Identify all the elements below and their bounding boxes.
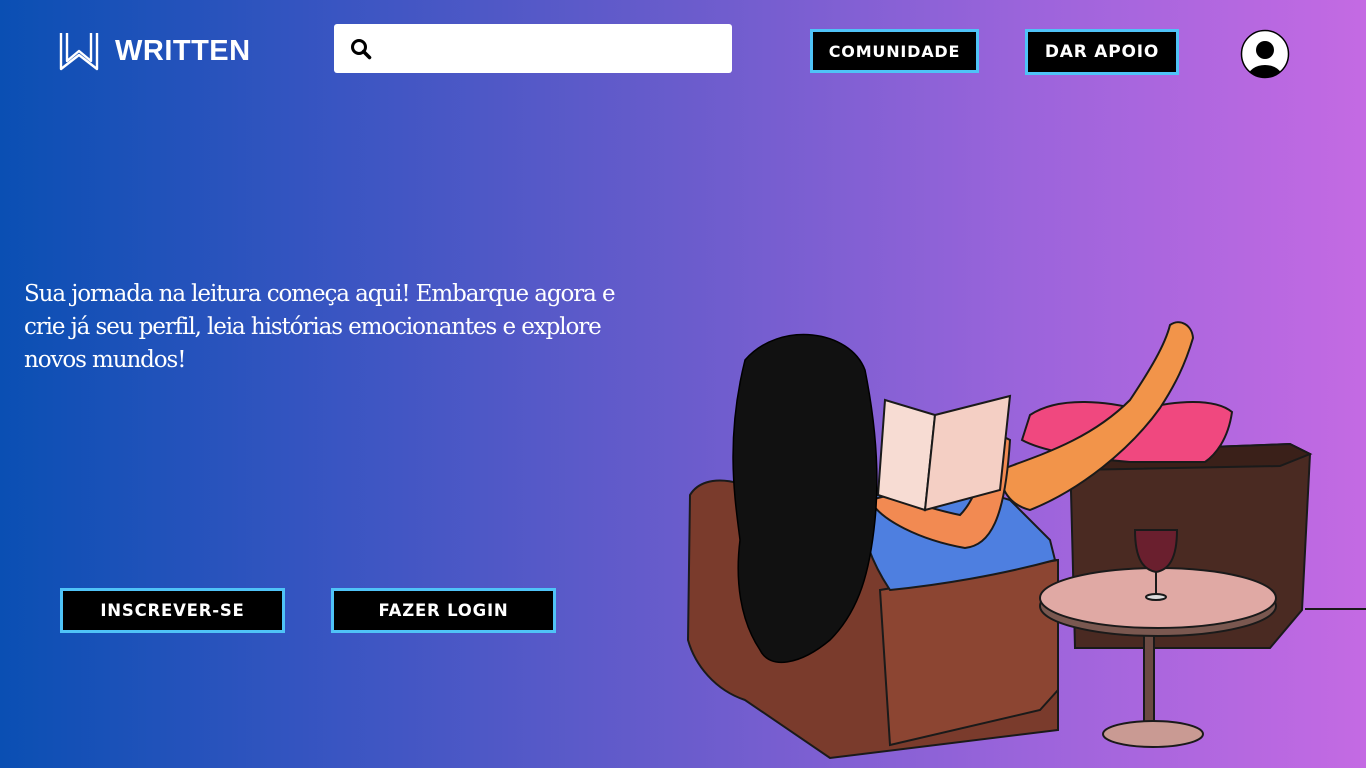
brand-logo[interactable]: WRITTEN <box>59 31 251 71</box>
brand-name: WRITTEN <box>115 34 251 67</box>
community-button[interactable]: COMUNIDADE <box>810 29 979 73</box>
hero-text: Sua jornada na leitura começa aqui! Emba… <box>24 281 616 373</box>
search-icon[interactable] <box>350 38 372 60</box>
book-shape <box>876 394 1012 512</box>
woman-reading-illustration <box>686 321 1366 760</box>
signup-button[interactable]: INSCREVER-SE <box>60 588 285 633</box>
support-button[interactable]: DAR APOIO <box>1025 29 1179 75</box>
search-bar[interactable] <box>334 23 732 74</box>
login-button[interactable]: FAZER LOGIN <box>331 588 556 633</box>
user-avatar-icon[interactable] <box>1240 29 1290 79</box>
search-input[interactable] <box>382 23 732 74</box>
w-logo-icon <box>59 33 99 71</box>
